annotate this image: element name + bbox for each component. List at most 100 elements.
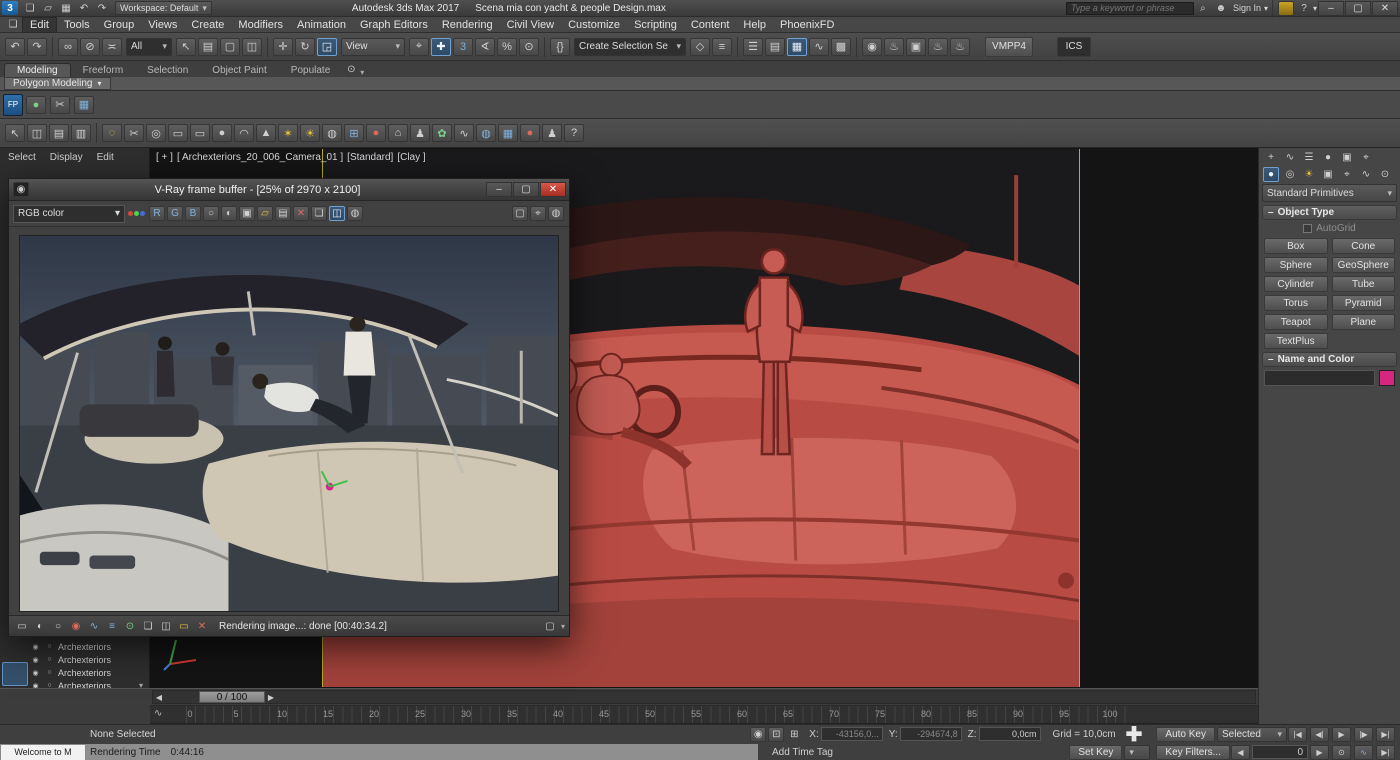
key-tool-icon[interactable]: ◌ [102, 124, 122, 142]
srgb-icon[interactable]: ◫ [158, 619, 174, 634]
layer-list-icon[interactable]: ▥ [71, 124, 91, 142]
white-balance-icon[interactable]: ○ [50, 619, 66, 634]
house-helper-icon[interactable]: ⌂ [388, 124, 408, 142]
ribbon-fp-icon[interactable]: FP [3, 94, 23, 116]
display-tab-icon[interactable]: ▣ [1339, 150, 1355, 165]
ics-button[interactable]: ICS [1057, 37, 1091, 57]
rgb-channels-icon[interactable] [128, 211, 145, 216]
viewport-standard-menu[interactable]: [Standard] [347, 152, 393, 163]
vfb-channel-dropdown[interactable]: RGB color ▾ [13, 205, 125, 223]
object-name-input[interactable] [1264, 370, 1375, 386]
modify-tab-icon[interactable]: ∿ [1282, 150, 1298, 165]
cylinder-button[interactable]: Cylinder [1264, 276, 1328, 292]
region-render-icon[interactable]: ▢ [512, 206, 528, 221]
sun-light-icon[interactable]: ☀ [300, 124, 320, 142]
cone-primitive-icon[interactable]: ▲ [256, 124, 276, 142]
create-tab-icon[interactable]: + [1263, 150, 1279, 165]
menu-group[interactable]: Group [97, 17, 142, 33]
go-to-end-icon[interactable]: ▶| [1376, 745, 1395, 760]
utilities-tab-icon[interactable]: ⌖ [1358, 150, 1374, 165]
select-object-icon[interactable]: ↖ [5, 124, 25, 142]
torus-button[interactable]: Torus [1264, 295, 1328, 311]
menu-scripting[interactable]: Scripting [627, 17, 684, 33]
spinner-snap-icon[interactable]: ⊙ [519, 38, 539, 56]
menu-content[interactable]: Content [684, 17, 737, 33]
viewport-shading-menu[interactable]: [Clay ] [397, 152, 425, 163]
arc-tool-icon[interactable]: ◠ [234, 124, 254, 142]
list-item[interactable]: ◉ ○ Archexteriors [30, 640, 145, 653]
motion-tab-icon[interactable]: ● [1320, 150, 1336, 165]
helpers-category-icon[interactable]: ⌖ [1339, 167, 1355, 182]
monochrome-icon[interactable]: ○ [203, 206, 219, 221]
print-icon[interactable]: ▤ [275, 206, 291, 221]
menu-create[interactable]: Create [184, 17, 231, 33]
tab-object-paint[interactable]: Object Paint [200, 64, 278, 77]
set-key-filter-dropdown[interactable]: ▾ [1124, 745, 1150, 760]
vfb-maximize-button[interactable]: ▢ [513, 182, 539, 197]
torus-primitive-icon[interactable]: ◎ [146, 124, 166, 142]
lattice-grid-icon[interactable]: ⊞ [344, 124, 364, 142]
polygon-modeling-panel-header[interactable]: Polygon Modeling ▾ [4, 77, 111, 90]
track-bar[interactable]: ∿ 0 5 10 15 20 25 30 35 40 45 50 55 60 6… [150, 706, 1258, 724]
snap-toggle-3d-icon[interactable]: 3 [453, 38, 473, 56]
ribbon-config-chevron-icon[interactable]: ▾ [360, 68, 364, 77]
box-primitive-icon[interactable]: ▭ [168, 124, 188, 142]
window-crossing-icon[interactable]: ◫ [242, 38, 262, 56]
time-configuration-icon[interactable]: ⊙ [1332, 745, 1351, 760]
tube-button[interactable]: Tube [1332, 276, 1396, 292]
tab-modeling[interactable]: Modeling [4, 63, 71, 77]
window-icon[interactable]: ◫ [27, 124, 47, 142]
menu-edit[interactable]: Edit [22, 17, 57, 33]
pyramid-button[interactable]: Pyramid [1332, 295, 1396, 311]
next-frame-icon[interactable]: ▶ [1310, 745, 1329, 760]
duplicate-buffer-icon[interactable]: ❏ [311, 206, 327, 221]
save-image-icon[interactable]: ▱ [257, 206, 273, 221]
use-pivot-center-icon[interactable]: ⌖ [409, 38, 429, 56]
tab-select[interactable]: Select [8, 152, 36, 163]
sign-in-link[interactable]: Sign In [1233, 3, 1261, 13]
name-color-rollout[interactable]: – Name and Color [1262, 352, 1397, 367]
undo-icon[interactable]: ↶ [76, 1, 92, 16]
tab-freeform[interactable]: Freeform [71, 64, 136, 77]
mirror-icon[interactable]: ◇ [690, 38, 710, 56]
workspace-dropdown[interactable]: Workspace: Default ▾ [115, 1, 212, 15]
selection-filter-dropdown[interactable]: All ▾ [126, 38, 172, 56]
viewport-camera-menu[interactable]: [ Archexteriors_20_006_Camera_01 ] [177, 152, 343, 163]
scene-explorer-icon[interactable]: ▤ [765, 38, 785, 56]
menu-views[interactable]: Views [141, 17, 184, 33]
vfb-close-button[interactable]: ✕ [540, 182, 566, 197]
user-icon[interactable]: ☻ [1213, 1, 1229, 16]
select-and-manipulate-icon[interactable]: ✚ [431, 38, 451, 56]
menu-graph-editors[interactable]: Graph Editors [353, 17, 435, 33]
visibility-eye-icon[interactable]: ◉ [30, 667, 41, 678]
key-mode-dropdown[interactable]: Selected ▾ [1217, 727, 1287, 742]
stamp-icon[interactable]: ◍ [548, 206, 564, 221]
green-channel-icon[interactable]: G [167, 206, 183, 221]
curves-icon[interactable]: ∿ [86, 619, 102, 634]
ribbon-config-icon[interactable]: ⊙ [343, 62, 359, 77]
lights-category-icon[interactable]: ☀ [1301, 167, 1317, 182]
material-ball-icon[interactable]: ● [366, 124, 386, 142]
menu-tools[interactable]: Tools [57, 17, 97, 33]
star-shape-icon[interactable]: ✶ [278, 124, 298, 142]
go-to-end-icon[interactable]: ▶| [1376, 727, 1395, 742]
vray-frame-buffer-window[interactable]: ◉ V-Ray frame buffer - [25% of 2970 x 21… [8, 178, 570, 637]
play-icon[interactable]: ▶ [1332, 727, 1351, 742]
red-channel-icon[interactable]: R [149, 206, 165, 221]
geometry-type-dropdown[interactable]: Standard Primitives ▾ [1262, 184, 1397, 202]
next-key-icon[interactable]: |▶ [1354, 727, 1373, 742]
vfb-corner-box-icon[interactable]: ▢ [542, 619, 558, 634]
track-mouse-icon[interactable]: ⌖ [530, 206, 546, 221]
selectability-icon[interactable]: ○ [44, 654, 55, 665]
exposure-icon[interactable]: ◐ [32, 619, 48, 634]
select-and-scale-icon[interactable]: ◲ [317, 38, 337, 56]
autogrid-checkbox[interactable] [1303, 224, 1312, 233]
blue-channel-icon[interactable]: B [185, 206, 201, 221]
tab-edit[interactable]: Edit [97, 152, 114, 163]
close-button[interactable]: ✕ [1372, 1, 1398, 16]
material-editor-icon[interactable]: ◉ [862, 38, 882, 56]
help-icon[interactable]: ? [1296, 1, 1312, 16]
absolute-mode-icon[interactable]: ⊞ [786, 727, 802, 742]
menu-help[interactable]: Help [736, 17, 773, 33]
globe-icon[interactable]: ◍ [476, 124, 496, 142]
